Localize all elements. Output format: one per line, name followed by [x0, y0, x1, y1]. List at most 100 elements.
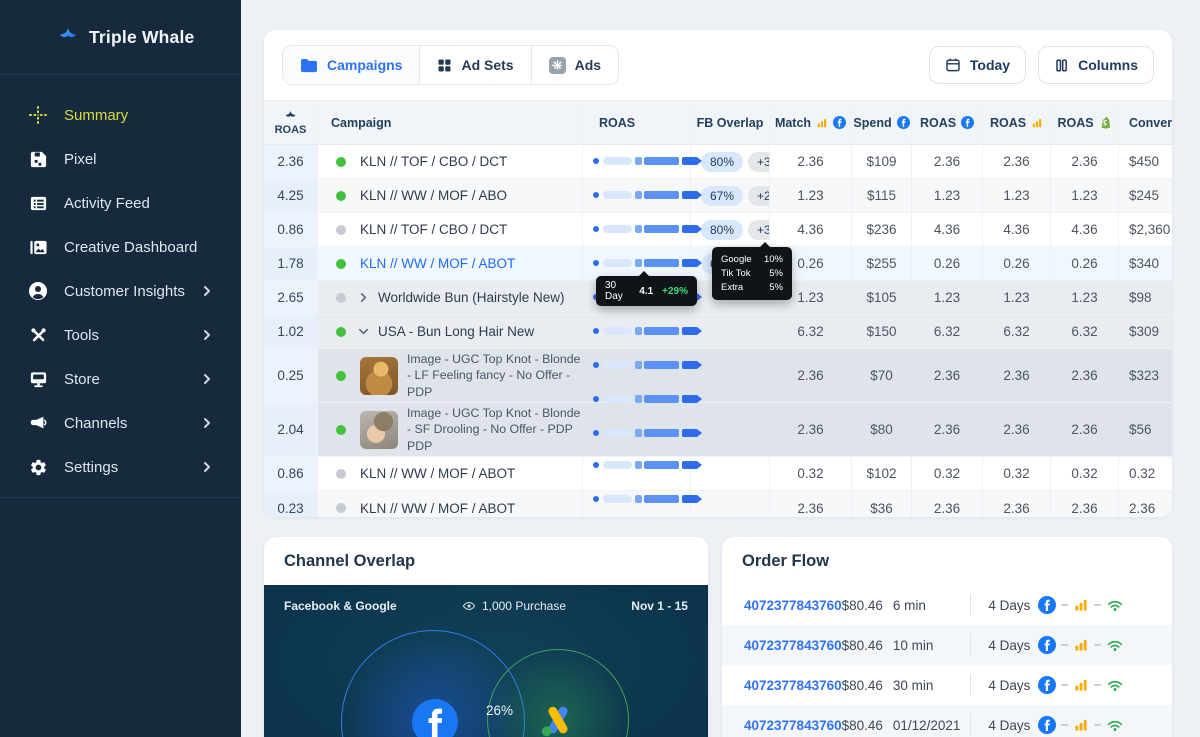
status-dot-paused [336, 469, 346, 479]
order-duration: 4 Days [970, 598, 1038, 613]
roas-ga-cell: 1.23 [983, 281, 1051, 314]
tab-ads[interactable]: Ads [532, 46, 618, 84]
header-spend[interactable]: Spend [852, 101, 912, 144]
tab-campaigns[interactable]: Campaigns [283, 46, 420, 84]
tw-roas-cell: 2.04 [264, 403, 318, 456]
roas-shopify-cell: 6.32 [1051, 315, 1119, 348]
order-id-link[interactable]: 4072377843760 [744, 678, 842, 693]
sidebar-item-creative-dashboard[interactable]: Creative Dashboard [0, 225, 241, 269]
header-conversion[interactable]: Conversion [1119, 101, 1172, 144]
table-row[interactable]: 0.23 KLN // WW / MOF / ABOT 2.36 $36 2.3… [264, 491, 1172, 517]
facebook-icon [1038, 596, 1056, 614]
expand-chevron-open[interactable] [358, 326, 369, 337]
sidebar-item-summary[interactable]: Summary [0, 93, 241, 137]
sidebar-item-activity-feed[interactable]: Activity Feed [0, 181, 241, 225]
table-row[interactable]: 0.86 KLN // TOF / CBO / DCT 80%+3 4.36 $… [264, 213, 1172, 247]
creative-dashboard-icon [28, 237, 48, 257]
connector-dash [1061, 724, 1068, 726]
google-analytics-icon [1073, 597, 1089, 613]
sidebar-item-customer-insights[interactable]: Customer Insights [0, 269, 241, 313]
spend-cell: $80 [852, 403, 912, 456]
order-flow-list: 4072377843760 $80.46 6 min 4 Days 407237… [722, 585, 1172, 737]
order-duration: 4 Days [970, 718, 1038, 733]
status-dot-active [336, 425, 346, 435]
eye-icon [462, 599, 476, 613]
roas-fb-cell: 2.36 [912, 403, 983, 456]
order-row[interactable]: 4072377843760 $80.46 10 min 4 Days [722, 625, 1172, 665]
roas-fb-cell: 2.36 [912, 145, 983, 178]
order-id-link[interactable]: 4072377843760 [744, 638, 842, 653]
expand-chevron-closed[interactable] [358, 292, 369, 303]
table-row-ad[interactable]: 0.25 Image - UGC Top Knot - Blonde - LF … [264, 349, 1172, 403]
folder-icon [300, 58, 318, 73]
header-match[interactable]: Match [770, 101, 852, 144]
table-row[interactable]: 0.86 KLN // WW / MOF / ABOT 0.32 $102 0.… [264, 457, 1172, 491]
sidebar-divider [0, 497, 241, 498]
table-row[interactable]: 2.36 KLN // TOF / CBO / DCT 80%+3 2.36 $… [264, 145, 1172, 179]
roas-ga-cell: 2.36 [983, 403, 1051, 456]
roas-trend-cell [583, 179, 691, 212]
google-analytics-icon [1073, 717, 1089, 733]
roas-fb-cell: 1.23 [912, 281, 983, 314]
status-dot-active [336, 191, 346, 201]
ad-name: Image - UGC Top Knot - Blonde - LF Feeli… [407, 351, 582, 401]
header-roas-google[interactable]: ROAS [983, 101, 1051, 144]
order-row[interactable]: 4072377843760 $80.46 30 min 4 Days [722, 665, 1172, 705]
tw-roas-cell: 4.25 [264, 179, 318, 212]
columns-icon [1054, 58, 1069, 73]
roas-fb-cell: 2.36 [912, 349, 983, 402]
sidebar-item-store[interactable]: Store [0, 357, 241, 401]
sidebar-item-channels[interactable]: Channels [0, 401, 241, 445]
tw-roas-cell: 0.86 [264, 213, 318, 246]
google-analytics-icon [816, 117, 828, 129]
sidebar-item-tools[interactable]: Tools [0, 313, 241, 357]
roas-ga-cell: 2.36 [983, 145, 1051, 178]
spend-cell: $102 [852, 457, 912, 490]
table-header-row: ROAS Campaign ROAS FB Overlap Match Spen… [264, 101, 1172, 145]
tw-roas-cell: 0.25 [264, 349, 318, 402]
columns-button[interactable]: Columns [1038, 46, 1154, 84]
facebook-icon [961, 116, 974, 129]
order-id-link[interactable]: 4072377843760 [744, 598, 842, 613]
table-row-group-expanded[interactable]: 1.02 USA - Bun Long Hair New 6.32 $150 6… [264, 315, 1172, 349]
order-time: 01/12/2021 [893, 718, 970, 733]
sidebar-item-settings[interactable]: Settings [0, 445, 241, 489]
match-cell: 4.36 [770, 213, 852, 246]
order-time: 6 min [893, 598, 970, 613]
facebook-icon [1038, 636, 1056, 654]
roas-ga-cell: 4.36 [983, 213, 1051, 246]
google-analytics-icon [1073, 637, 1089, 653]
roas-trend-cell [583, 457, 691, 490]
header-campaign[interactable]: Campaign [318, 101, 583, 144]
roas-ga-cell: 0.32 [983, 457, 1051, 490]
table-row[interactable]: 4.25 KLN // WW / MOF / ABO 67%+2 1.23 $1… [264, 179, 1172, 213]
chevron-right-icon [201, 461, 213, 473]
brand-logo[interactable]: Triple Whale [0, 0, 241, 75]
overlap-more-badge: +3 [748, 152, 770, 172]
order-row[interactable]: 4072377843760 $80.46 01/12/2021 4 Days [722, 705, 1172, 737]
order-id-link[interactable]: 4072377843760 [744, 718, 842, 733]
connector-dash [1094, 724, 1101, 726]
wifi-icon [1106, 716, 1124, 734]
campaign-name: KLN // WW / MOF / ABOT [360, 501, 515, 516]
roas-shopify-cell: 2.36 [1051, 491, 1119, 517]
header-roas-shopify[interactable]: ROAS [1051, 101, 1119, 144]
main-content: Campaigns Ad Sets Ads Today Co [241, 0, 1200, 737]
roas-tooltip: 30 Day 4.1 +29% [596, 276, 697, 306]
status-dot-active [336, 371, 346, 381]
tab-ad-sets[interactable]: Ad Sets [420, 46, 531, 84]
order-row[interactable]: 4072377843760 $80.46 6 min 4 Days [722, 585, 1172, 625]
store-icon [28, 369, 48, 389]
roas-shopify-cell: 1.23 [1051, 179, 1119, 212]
header-roas-trend[interactable]: ROAS [583, 101, 691, 144]
roas-shopify-cell: 2.36 [1051, 145, 1119, 178]
table-toolbar: Campaigns Ad Sets Ads Today Co [264, 30, 1172, 100]
header-tw-roas[interactable]: ROAS [264, 101, 318, 144]
date-range-button[interactable]: Today [929, 46, 1026, 84]
table-row-ad[interactable]: 2.04 Image - UGC Top Knot - Blonde - SF … [264, 403, 1172, 457]
campaign-name: KLN // WW / MOF / ABOT [360, 256, 515, 271]
header-fb-overlap[interactable]: FB Overlap [691, 101, 770, 144]
header-roas-facebook[interactable]: ROAS [912, 101, 983, 144]
sidebar-item-pixel[interactable]: Pixel [0, 137, 241, 181]
campaigns-table: ROAS Campaign ROAS FB Overlap Match Spen… [264, 100, 1172, 517]
